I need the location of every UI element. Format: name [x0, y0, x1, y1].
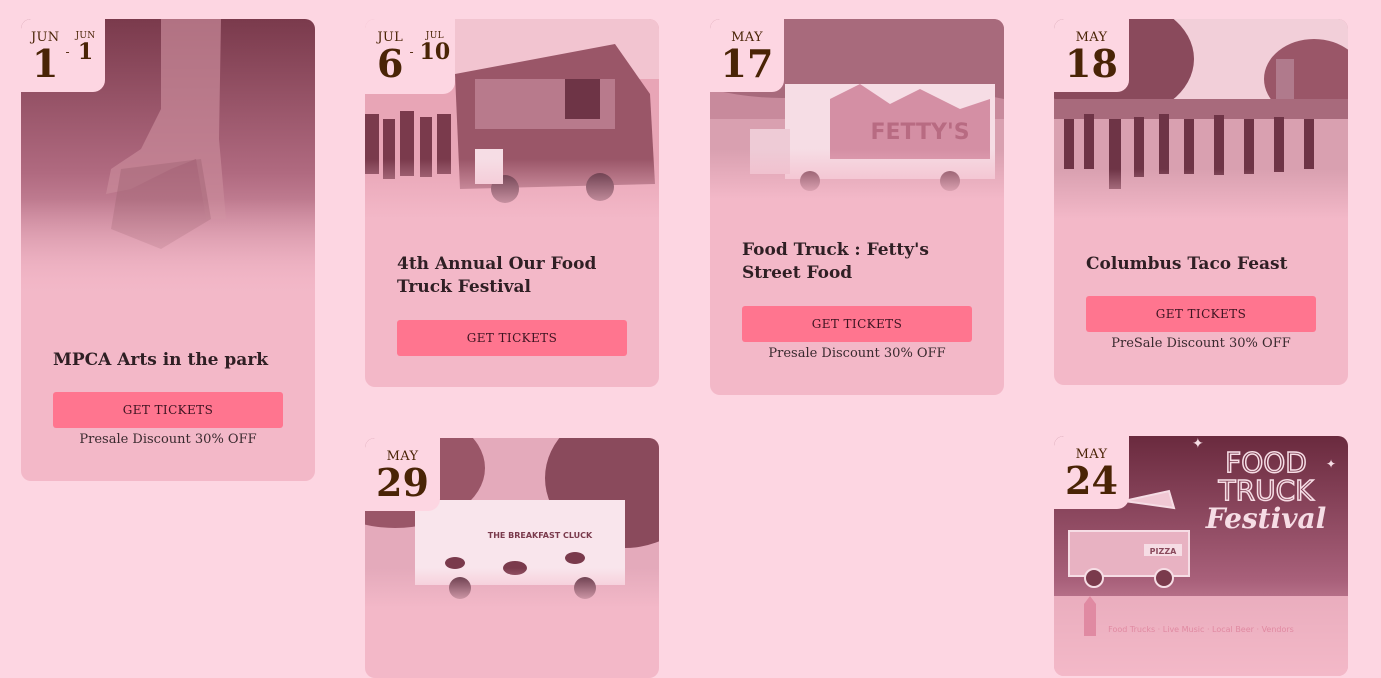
- event-title[interactable]: Food Truck : Fetty's Street Food: [742, 239, 977, 285]
- poster-footer: Food Trucks · Live Music · Local Beer · …: [1108, 625, 1294, 634]
- get-tickets-button[interactable]: GET TICKETS: [53, 392, 283, 428]
- date-day: 24: [1065, 458, 1118, 503]
- event-card-taco[interactable]: MAY 18 Columbus Taco Feast GET TICKETS P…: [1054, 19, 1348, 385]
- presale-discount: Presale Discount 30% OFF: [768, 346, 946, 361]
- event-date: MAY 17: [710, 19, 784, 92]
- truck-lettering: THE BREAKFAST CLUCK: [488, 531, 593, 540]
- event-date: JUL 6 - JUL 10: [365, 19, 455, 94]
- poster-festival: Festival: [1205, 502, 1327, 535]
- event-date: MAY 18: [1054, 19, 1129, 92]
- date-end-day: 10: [419, 39, 451, 65]
- event-date: JUN 1 - JUN 1: [21, 19, 105, 92]
- get-tickets-button[interactable]: GET TICKETS: [1086, 296, 1316, 332]
- event-date: MAY 24: [1054, 436, 1129, 509]
- event-card-fetty[interactable]: FETTY'S MAY 17 Food Truck : Fetty's Stre…: [710, 19, 1004, 395]
- date-separator: -: [409, 45, 414, 59]
- date-day: 29: [376, 460, 429, 505]
- event-card-our-food-truck[interactable]: JUL 6 - JUL 10 4th Annual Our Food Truck…: [365, 19, 659, 387]
- get-tickets-button[interactable]: GET TICKETS: [397, 320, 627, 356]
- date-end-day: 1: [77, 39, 94, 65]
- svg-text:✦: ✦: [1326, 457, 1336, 471]
- event-date: MAY 29: [365, 438, 440, 511]
- truck-lettering: FETTY'S: [870, 120, 969, 145]
- event-card-breakfast[interactable]: THE BREAKFAST CLUCK MAY 29: [365, 438, 659, 678]
- poster-pizza-sign: PIZZA: [1150, 547, 1177, 556]
- date-start-day: 1: [32, 41, 59, 86]
- svg-text:✦: ✦: [1192, 436, 1204, 452]
- presale-discount: PreSale Discount 30% OFF: [1111, 336, 1291, 351]
- get-tickets-button[interactable]: GET TICKETS: [742, 306, 972, 342]
- date-start-day: 6: [377, 41, 404, 86]
- date-day: 18: [1065, 41, 1118, 86]
- event-card-mpca[interactable]: JUN 1 - JUN 1 MPCA Arts in the park GET …: [21, 19, 315, 481]
- date-separator: -: [65, 45, 70, 59]
- event-card-festival-poster[interactable]: FOOD TRUCK Festival ✦ ✦ PIZZA Food Truck…: [1054, 436, 1348, 676]
- event-title[interactable]: MPCA Arts in the park: [53, 349, 288, 372]
- event-title[interactable]: Columbus Taco Feast: [1086, 253, 1321, 276]
- date-day: 17: [720, 41, 774, 86]
- presale-discount: Presale Discount 30% OFF: [79, 432, 257, 447]
- event-title[interactable]: 4th Annual Our Food Truck Festival: [397, 253, 632, 299]
